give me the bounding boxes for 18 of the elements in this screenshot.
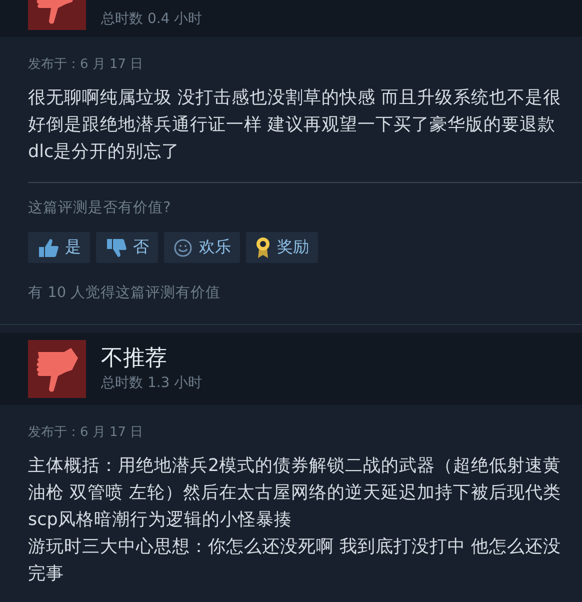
helpful-count: 有 10 人觉得这篇评测有价值 bbox=[28, 284, 222, 302]
play-hours: 总时数 1.3 小时 bbox=[101, 374, 202, 392]
posted-date: 发布于：6 月 17 日 bbox=[28, 56, 144, 73]
funny-button[interactable]: 欢乐 bbox=[164, 232, 240, 263]
thumbs-down-icon bbox=[28, 340, 86, 398]
award-button[interactable]: 奖励 bbox=[246, 232, 318, 263]
thumbs-up-icon bbox=[37, 238, 59, 258]
no-button[interactable]: 否 bbox=[96, 232, 158, 263]
thumbs-down-icon bbox=[105, 238, 127, 258]
verdict-title: 不推荐 bbox=[101, 346, 168, 372]
review-text: 主体概括：用绝地潜兵2模式的债券解锁二战的武器（超绝低射速黄 油枪 双管喷 左轮）然后在太古屋网络的逆天延迟加持下被后现代类 scp风格暗潮行为逻辑的小怪暴揍 游玩时三大中心思想：你怎么还没死啊 我到底打没打中 他怎么还没 完事 bbox=[28, 455, 562, 586]
smiley-icon bbox=[173, 238, 193, 258]
posted-date: 发布于：6 月 17 日 bbox=[28, 424, 144, 441]
helpful-question: 这篇评测是否有价值? bbox=[28, 199, 172, 217]
review-text: 很无聊啊纯属垃圾 没打击感也没割草的快感 而且升级系统也不是很 好倒是跟绝地潜兵通行证一样 建议再观望一下买了豪华版的要退款 dlc是分开的别忘了 bbox=[28, 87, 562, 164]
award-ribbon-icon bbox=[255, 236, 271, 258]
play-hours: 总时数 0.4 小时 bbox=[101, 10, 202, 28]
yes-button[interactable]: 是 bbox=[28, 232, 90, 263]
